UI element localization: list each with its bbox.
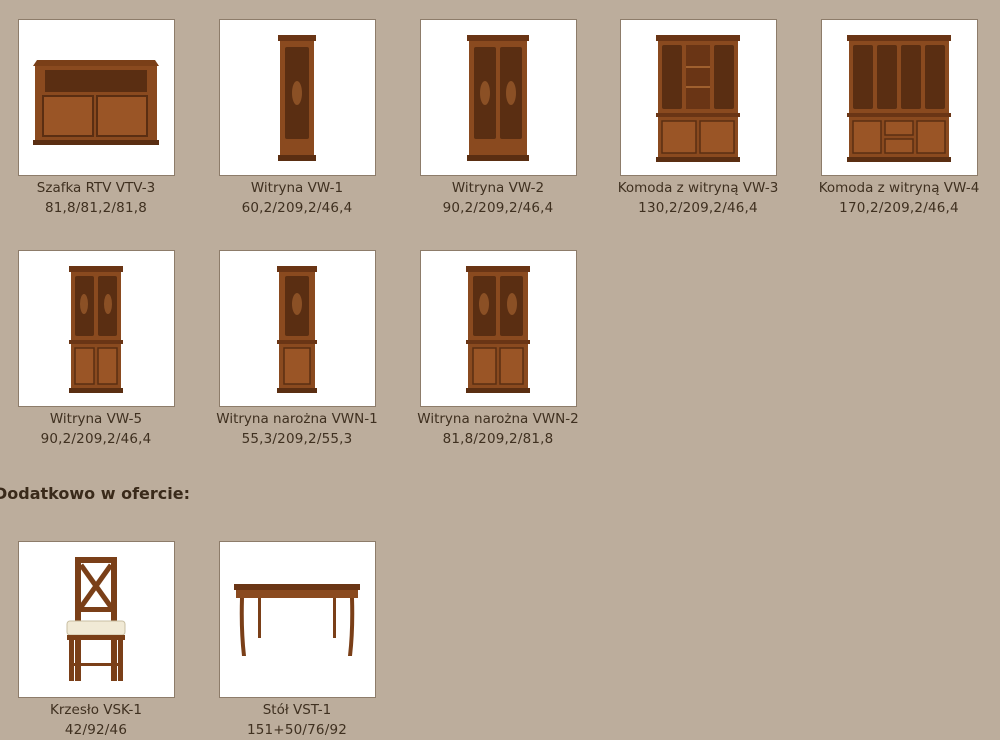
product-image[interactable] [820,19,978,176]
product-card[interactable]: Witryna narożna VWN-2 81,8/209,2/81,8 [398,250,598,449]
chair-icon [66,556,126,681]
product-image[interactable] [619,19,777,176]
product-card[interactable]: Komoda z witryną VW-4 170,2/209,2/46,4 [799,19,999,218]
product-card[interactable]: Witryna VW-5 90,2/209,2/46,4 [0,250,196,449]
product-image[interactable] [419,250,577,407]
product-image[interactable] [419,19,577,176]
product-dimensions: 81,8/81,2/81,8 [44,200,148,216]
narrow-display-cabinet-icon [278,34,316,161]
product-card[interactable]: Witryna narożna VWN-1 55,3/209,2/55,3 [197,250,397,449]
double-display-cabinet-icon [467,34,529,161]
product-image[interactable] [218,541,376,698]
product-card[interactable]: Szafka RTV VTV-3 81,8/81,2/81,8 [0,19,196,218]
product-dimensions: 42/92/46 [64,722,128,738]
product-image[interactable] [17,541,175,698]
product-name[interactable]: Stół VST-1 [197,700,397,720]
product-name[interactable]: Krzesło VSK-1 [0,700,196,720]
product-name[interactable]: Witryna VW-5 [0,409,196,429]
product-dimensions: 130,2/209,2/46,4 [638,200,758,216]
product-card[interactable]: Witryna VW-2 90,2/209,2/46,4 [398,19,598,218]
sideboard-with-display-icon [656,34,740,162]
product-name[interactable]: Witryna narożna VWN-2 [398,409,598,429]
product-dimensions: 60,2/209,2/46,4 [241,200,353,216]
product-name[interactable]: Witryna VW-2 [398,178,598,198]
product-dimensions: 90,2/209,2/46,4 [442,200,554,216]
dining-table-icon [234,583,360,656]
product-image[interactable] [17,250,175,407]
product-dimensions: 151+50/76/92 [246,722,348,738]
corner-display-cabinet-icon [277,265,317,393]
product-image[interactable] [218,250,376,407]
product-name[interactable]: Komoda z witryną VW-4 [799,178,999,198]
wide-corner-display-cabinet-icon [466,265,530,393]
wide-sideboard-with-display-icon [847,34,951,162]
product-card[interactable]: Stół VST-1 151+50/76/92 [197,541,397,740]
product-dimensions: 170,2/209,2/46,4 [839,200,959,216]
product-name[interactable]: Szafka RTV VTV-3 [0,178,196,198]
product-card[interactable]: Komoda z witryną VW-3 130,2/209,2/46,4 [598,19,798,218]
product-name[interactable]: Witryna VW-1 [197,178,397,198]
extras-heading: Dodatkowo w ofercie: [0,484,190,503]
product-card[interactable]: Krzesło VSK-1 42/92/46 [0,541,196,740]
product-image[interactable] [17,19,175,176]
product-name[interactable]: Komoda z witryną VW-3 [598,178,798,198]
display-cabinet-with-doors-icon [69,265,123,393]
corner-tv-cabinet-icon [33,59,159,145]
product-dimensions: 90,2/209,2/46,4 [40,431,152,447]
product-image[interactable] [218,19,376,176]
product-card[interactable]: Witryna VW-1 60,2/209,2/46,4 [197,19,397,218]
product-name[interactable]: Witryna narożna VWN-1 [197,409,397,429]
product-dimensions: 81,8/209,2/81,8 [442,431,554,447]
product-dimensions: 55,3/209,2/55,3 [241,431,353,447]
